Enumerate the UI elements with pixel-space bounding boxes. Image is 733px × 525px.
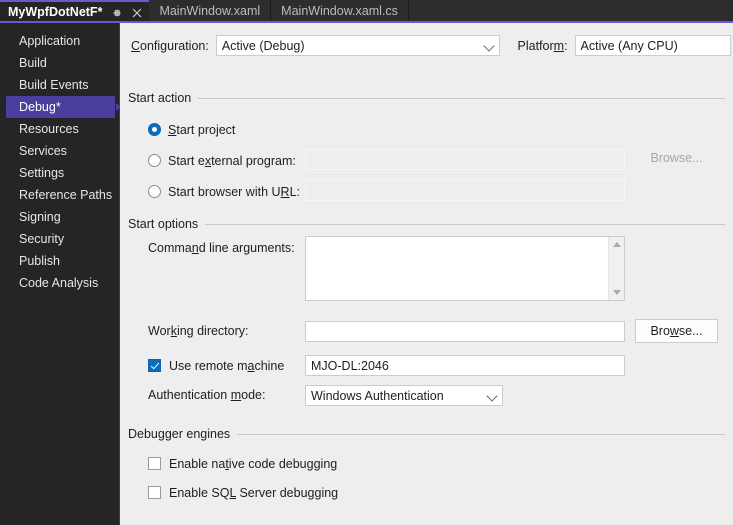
sidebar-item-build[interactable]: Build — [6, 52, 115, 74]
sidebar-item-label: Build Events — [19, 78, 89, 92]
start-action-group-header: Start action — [128, 91, 725, 105]
close-icon[interactable] — [131, 7, 143, 19]
sidebar-item-security[interactable]: Security — [6, 228, 115, 250]
remote-machine-input[interactable]: MJO-DL:2046 — [305, 355, 625, 376]
tab-label: MyWpfDotNetF* — [8, 5, 103, 20]
divider — [237, 433, 725, 435]
command-line-arguments-value[interactable] — [306, 237, 608, 300]
chevron-down-icon — [482, 39, 495, 52]
checkbox-icon[interactable] — [148, 486, 161, 499]
tab-label: MainWindow.xaml — [159, 4, 261, 19]
sidebar-item-label: Services — [19, 144, 67, 158]
sidebar-item-label: Reference Paths — [19, 188, 113, 202]
sidebar-item-application[interactable]: Application — [6, 30, 115, 52]
enable-native-code-debugging-checkbox[interactable]: Enable native code debugging — [148, 453, 337, 474]
start-action-group-title: Start action — [128, 91, 192, 105]
sidebar-item-label: Resources — [19, 122, 79, 136]
working-directory-input[interactable] — [305, 321, 625, 342]
authentication-mode-label: Authentication mode: — [148, 388, 266, 402]
sidebar-item-services[interactable]: Services — [6, 140, 115, 162]
tab-mainwindow-xaml[interactable]: MainWindow.xaml — [149, 0, 272, 23]
browse-label: Browse... — [650, 151, 703, 165]
sidebar-item-reference-paths[interactable]: Reference Paths — [6, 184, 115, 206]
radio-start-browser-url[interactable]: Start browser with URL: — [148, 181, 300, 202]
checkbox-label: Enable SQL Server debugging — [169, 485, 339, 500]
editor-tab-strip: MyWpfDotNetF* MainWindow.xaml MainWindow… — [0, 0, 733, 23]
authentication-mode-select[interactable]: Windows Authentication — [305, 385, 503, 406]
sidebar-item-code-analysis[interactable]: Code Analysis — [6, 272, 115, 294]
configuration-bar: Configuration: Active (Debug) Platform: … — [131, 35, 731, 56]
command-line-arguments-label: Command line arguments: — [148, 241, 295, 255]
tab-icon-group — [111, 7, 143, 19]
platform-label: Platform: — [517, 38, 568, 53]
sidebar-item-label: Build — [19, 56, 47, 70]
checkbox-icon[interactable] — [148, 457, 161, 470]
sidebar-item-resources[interactable]: Resources — [6, 118, 115, 140]
project-properties-window: MyWpfDotNetF* MainWindow.xaml MainWindow… — [0, 0, 733, 525]
checkbox-label: Use remote machine — [169, 358, 285, 373]
radio-button-icon[interactable] — [148, 154, 161, 167]
properties-sidebar: Application Build Build Events Debug* Re… — [0, 23, 121, 525]
use-remote-machine-checkbox[interactable]: Use remote machine — [148, 355, 284, 376]
browse-label: Browse... — [650, 324, 703, 338]
sidebar-item-settings[interactable]: Settings — [6, 162, 115, 184]
pin-icon[interactable] — [111, 7, 123, 19]
configuration-value: Active (Debug) — [221, 38, 305, 53]
browse-external-program-button[interactable]: Browse... — [635, 146, 718, 170]
sidebar-item-debug[interactable]: Debug* — [6, 96, 121, 118]
radio-label: Start external program: — [168, 153, 296, 168]
sidebar-item-label: Signing — [19, 210, 61, 224]
sidebar-item-label: Debug* — [19, 100, 61, 114]
chevron-down-icon — [486, 389, 498, 402]
authentication-mode-value: Windows Authentication — [311, 388, 444, 403]
sidebar-item-publish[interactable]: Publish — [6, 250, 115, 272]
radio-label: Start browser with URL: — [168, 184, 300, 199]
sidebar-item-label: Publish — [19, 254, 60, 268]
vertical-scrollbar[interactable] — [608, 237, 624, 300]
checkbox-icon[interactable] — [148, 359, 161, 372]
sidebar-item-signing[interactable]: Signing — [6, 206, 115, 228]
browse-working-directory-button[interactable]: Browse... — [635, 319, 718, 343]
working-directory-label: Working directory: — [148, 324, 249, 338]
start-options-group-title: Start options — [128, 217, 199, 231]
configuration-select[interactable]: Active (Debug) — [215, 35, 500, 56]
platform-select[interactable]: Active (Any CPU) — [574, 35, 731, 56]
debug-properties-pane: Configuration: Active (Debug) Platform: … — [120, 23, 733, 525]
sidebar-item-label: Settings — [19, 166, 65, 180]
debugger-engines-group-header: Debugger engines — [128, 427, 725, 441]
sidebar-item-label: Security — [19, 232, 65, 246]
sidebar-item-label: Code Analysis — [19, 276, 99, 290]
remote-machine-value: MJO-DL:2046 — [311, 358, 389, 373]
tab-label: MainWindow.xaml.cs — [281, 4, 398, 19]
debugger-engines-group-title: Debugger engines — [128, 427, 231, 441]
tab-project-properties[interactable]: MyWpfDotNetF* — [0, 0, 150, 23]
sidebar-item-label: Application — [19, 34, 81, 48]
radio-start-project[interactable]: Start project — [148, 119, 235, 140]
scroll-down-arrow-icon[interactable] — [612, 290, 621, 295]
start-options-group-header: Start options — [128, 217, 725, 231]
configuration-label: Configuration: — [131, 38, 209, 53]
command-line-arguments-input[interactable] — [305, 236, 625, 301]
radio-button-icon[interactable] — [148, 185, 161, 198]
platform-value: Active (Any CPU) — [580, 38, 678, 53]
checkbox-label: Enable native code debugging — [169, 456, 338, 471]
start-browser-url-input[interactable] — [305, 180, 625, 201]
radio-button-icon[interactable] — [148, 123, 161, 136]
enable-sql-server-debugging-checkbox[interactable]: Enable SQL Server debugging — [148, 482, 338, 503]
start-external-program-input[interactable] — [305, 149, 625, 170]
radio-label: Start project — [168, 122, 236, 137]
radio-start-external-program[interactable]: Start external program: — [148, 150, 296, 171]
scroll-up-arrow-icon[interactable] — [612, 242, 621, 247]
sidebar-item-build-events[interactable]: Build Events — [6, 74, 115, 96]
divider — [205, 223, 725, 225]
tab-mainwindow-xaml-cs[interactable]: MainWindow.xaml.cs — [271, 0, 409, 23]
divider — [198, 97, 725, 99]
